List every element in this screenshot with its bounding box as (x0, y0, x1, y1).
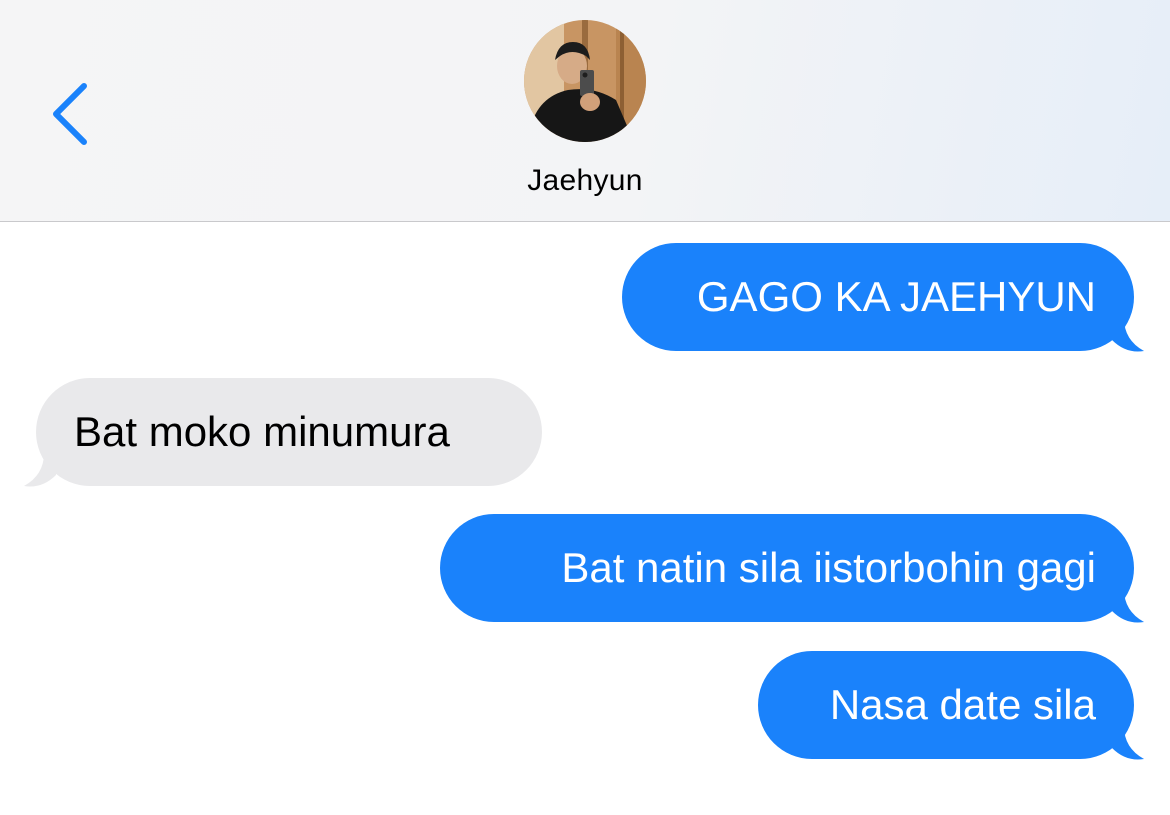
bubble-tail (1112, 318, 1144, 352)
message-bubble-sent[interactable]: GAGO KA JAEHYUN (622, 243, 1134, 351)
message-text: GAGO KA JAEHYUN (696, 273, 1096, 320)
message-bubble-sent[interactable]: Nasa date sila (758, 651, 1134, 759)
contact-photo (524, 20, 646, 142)
bubble-tail (24, 453, 56, 487)
chevron-left-icon (53, 83, 87, 145)
contact-name[interactable]: Jaehyun (435, 164, 735, 198)
message-text: Bat moko minumura (74, 408, 450, 455)
message-text: Bat natin sila iistorbohin gagi (561, 544, 1096, 591)
conversation-header: Jaehyun (0, 0, 1170, 222)
message-bubble-received[interactable]: Bat moko minumura (36, 378, 542, 486)
back-button[interactable] (40, 76, 100, 152)
bubble-tail (1112, 589, 1144, 623)
message-bubble-sent[interactable]: Bat natin sila iistorbohin gagi (440, 514, 1134, 622)
message-text: Nasa date sila (829, 681, 1096, 728)
avatar[interactable] (524, 20, 646, 142)
bubble-tail (1112, 726, 1144, 760)
